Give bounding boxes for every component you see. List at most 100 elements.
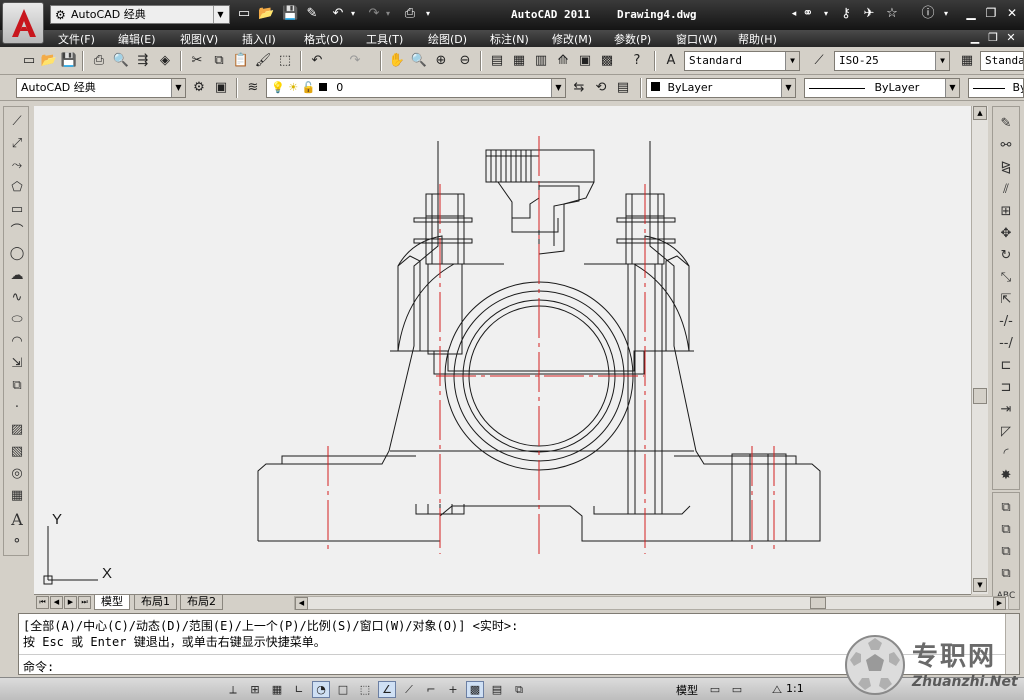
linetype-select[interactable]: ByLayer ▼ [804,78,960,98]
copy-object-icon[interactable]: ⚯ [996,137,1016,155]
transparency-icon[interactable]: ▩ [466,681,484,698]
region-icon[interactable]: ◎ [7,465,27,483]
insert-block-icon[interactable]: ⇲ [7,355,27,373]
paste-icon[interactable]: 📋 [232,52,250,70]
menu-view[interactable]: 视图(V) [180,31,218,47]
undo-icon[interactable]: ↶ [308,52,326,70]
publish-icon[interactable]: ⇶ [134,52,152,70]
application-menu-button[interactable] [2,2,44,44]
lineweight-select[interactable]: ByLayer [968,78,1024,98]
save-as-icon[interactable]: ✎ [304,6,320,22]
redo-dropdown-icon[interactable]: ▾ [380,6,396,22]
object-snap-tracking-icon[interactable]: ∠ [378,681,396,698]
break-at-point-icon[interactable]: ⊏ [996,357,1016,375]
close-icon[interactable]: ✕ [1003,6,1021,22]
polygon-icon[interactable]: ⬠ [7,179,27,197]
lineweight-icon[interactable]: + [444,681,462,698]
open-icon[interactable]: 📂 [40,52,58,70]
sheet-set-icon[interactable]: ⟰ [554,52,572,70]
scroll-up-icon[interactable]: ▲ [973,106,987,120]
prev-tab-icon[interactable]: ◀ [50,596,63,609]
zoom-previous-icon[interactable]: ⊖ [456,52,474,70]
bring-above-icon[interactable]: ⧉ [996,543,1016,561]
doc-minimize-icon[interactable]: ▁ [968,31,982,45]
circle-icon[interactable]: ◯ [7,245,27,263]
first-tab-icon[interactable]: ⏮ [36,596,49,609]
text-style-select[interactable]: Standard ▼ [684,51,800,71]
menu-draw[interactable]: 绘图(D) [428,31,467,47]
annotation-scale-value[interactable]: 1:1 [786,682,804,695]
workspace-settings-icon[interactable]: ⚙ [190,79,208,97]
rotate-icon[interactable]: ↻ [996,247,1016,265]
point-icon[interactable]: · [7,399,27,417]
save-icon[interactable]: 💾 [60,52,78,70]
dim-style-select[interactable]: ISO-25 ▼ [834,51,950,71]
redo-icon[interactable]: ↷ [346,52,364,70]
trim-icon[interactable]: -/- [996,313,1016,331]
annotation-scale-icon[interactable]: ⧍ [768,681,786,698]
menu-modify[interactable]: 修改(M) [552,31,592,47]
quick-view-layouts-icon[interactable]: ▭ [706,681,724,698]
table-icon[interactable]: ▦ [7,487,27,505]
bring-to-front-icon[interactable]: ⧉ [996,499,1016,517]
polar-tracking-icon[interactable]: ◔ [312,681,330,698]
ellipse-arc-icon[interactable]: ◠ [7,333,27,351]
open-icon[interactable]: 📂 [258,6,274,22]
doc-close-icon[interactable]: ✕ [1004,31,1018,45]
tab-layout2[interactable]: 布局2 [180,595,223,610]
new-icon[interactable]: ▭ [236,6,252,22]
restore-icon[interactable]: ❐ [982,6,1000,22]
add-selected-icon[interactable]: ⚬ [7,533,27,551]
line-icon[interactable]: ⟋ [7,113,27,131]
command-input[interactable] [63,657,803,673]
menu-file[interactable]: 文件(F) [58,31,95,47]
revision-cloud-icon[interactable]: ☁ [7,267,27,285]
3d-dwf-icon[interactable]: ◈ [156,52,174,70]
workspace-select[interactable]: AutoCAD 经典 ▼ [16,78,186,98]
binoculars-icon[interactable]: ⚭ [800,6,816,22]
ellipse-icon[interactable]: ⬭ [7,311,27,329]
menu-help[interactable]: 帮助(H) [738,31,777,47]
clean-screen-icon[interactable]: ▣ [212,79,230,97]
polyline-icon[interactable]: ⤳ [7,157,27,175]
plot-icon[interactable]: ⎙ [402,6,418,22]
vertical-scrollbar[interactable]: ▲ ▼ [971,106,988,594]
gradient-icon[interactable]: ▧ [7,443,27,461]
send-under-icon[interactable]: ⧉ [996,565,1016,583]
quickcalc-icon[interactable]: ▩ [598,52,616,70]
table-style-icon[interactable]: ▦ [958,52,976,70]
arc-icon[interactable]: ⌒ [7,223,27,241]
save-icon[interactable]: 💾 [282,6,298,22]
tool-palettes-icon[interactable]: ▥ [532,52,550,70]
scroll-right-icon[interactable]: ▶ [993,597,1006,610]
menu-insert[interactable]: 插入(I) [242,31,276,47]
spline-icon[interactable]: ∿ [7,289,27,307]
infer-constraints-icon[interactable]: ⟂ [224,681,242,698]
menu-tools[interactable]: 工具(T) [366,31,403,47]
menu-parametric[interactable]: 参数(P) [614,31,651,47]
layer-previous-icon[interactable]: ⟲ [592,79,610,97]
minimize-icon[interactable]: ▁ [962,6,980,22]
chamfer-icon[interactable]: ◸ [996,423,1016,441]
plot-icon[interactable]: ⎙ [90,52,108,70]
cut-icon[interactable]: ✂ [188,52,206,70]
star-icon[interactable]: ☆ [884,6,900,22]
3d-object-snap-icon[interactable]: ⬚ [356,681,374,698]
dim-style-icon[interactable]: ⟋ [810,52,828,70]
search-dropdown-icon[interactable]: ▾ [818,6,834,22]
layer-select[interactable]: 💡 ☀ 🔓 0 ▼ [266,78,566,98]
block-editor-icon[interactable]: ⬚ [276,52,294,70]
scroll-down-icon[interactable]: ▼ [973,578,987,592]
erase-icon[interactable]: ✎ [996,115,1016,133]
design-center-icon[interactable]: ▦ [510,52,528,70]
stretch-icon[interactable]: ⇱ [996,291,1016,309]
vertical-scroll-thumb[interactable] [973,388,987,404]
array-icon[interactable]: ⊞ [996,203,1016,221]
last-tab-icon[interactable]: ⏭ [78,596,91,609]
help-icon[interactable]: ? [628,52,646,70]
join-icon[interactable]: ⇥ [996,401,1016,419]
move-icon[interactable]: ✥ [996,225,1016,243]
model-space-label[interactable]: 模型 [676,682,698,698]
layer-properties-icon[interactable]: ≋ [244,79,262,97]
explode-icon[interactable]: ✸ [996,467,1016,485]
